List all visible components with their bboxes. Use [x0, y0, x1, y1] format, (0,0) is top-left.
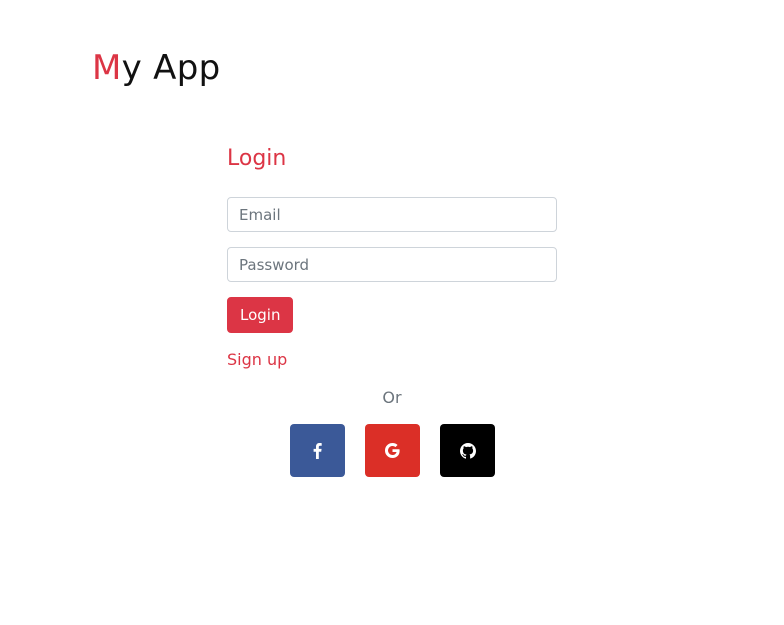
social-login-buttons	[290, 424, 495, 477]
brand-first-letter: M	[92, 48, 122, 88]
email-field[interactable]	[227, 197, 557, 232]
login-button[interactable]: Login	[227, 297, 294, 333]
app-brand: My App	[92, 48, 221, 88]
or-divider: Or	[382, 388, 402, 407]
facebook-icon	[313, 442, 322, 459]
github-login-button[interactable]	[440, 424, 495, 477]
login-form: Login Login Sign up	[227, 145, 557, 370]
signup-link[interactable]: Sign up	[227, 350, 287, 370]
login-title: Login	[227, 146, 287, 171]
facebook-login-button[interactable]	[290, 424, 345, 477]
brand-rest: y App	[121, 48, 221, 88]
password-field[interactable]	[227, 247, 557, 282]
google-login-button[interactable]	[365, 424, 420, 477]
google-icon	[385, 443, 400, 458]
github-icon	[459, 442, 476, 459]
